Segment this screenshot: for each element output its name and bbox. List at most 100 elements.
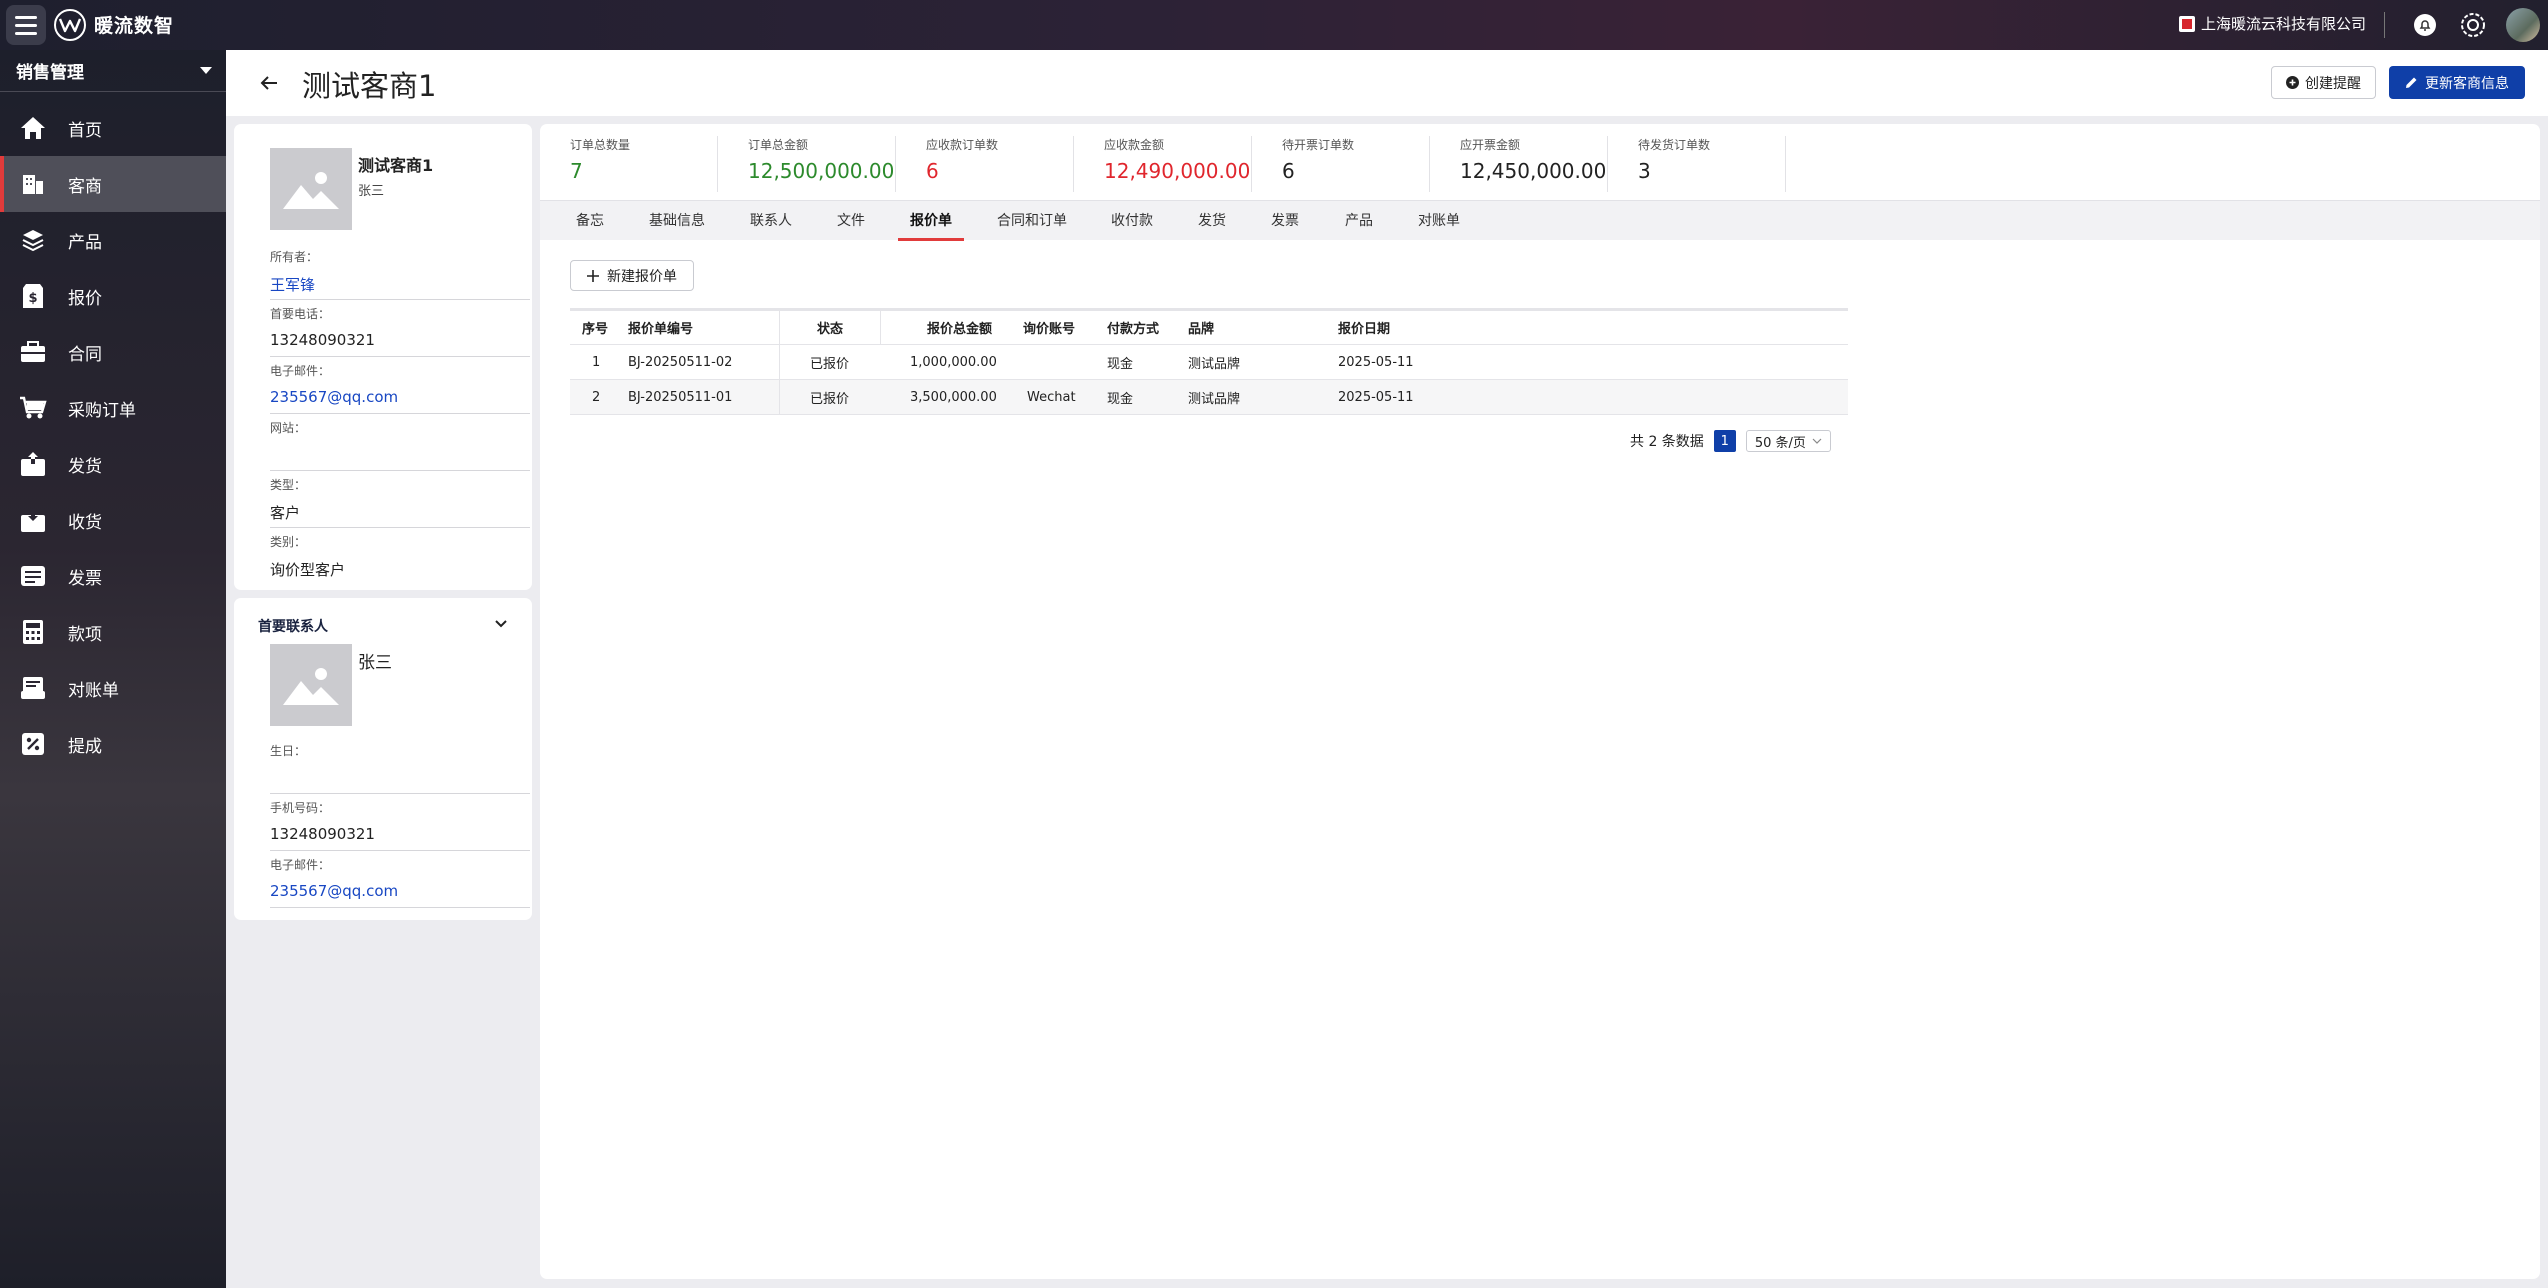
main-panel: 订单总数量 7 订单总金额 12,500,000.00 应收款订单数 6 应收款…: [540, 124, 2540, 1279]
stats-bar: 订单总数量 7 订单总金额 12,500,000.00 应收款订单数 6 应收款…: [540, 124, 2540, 198]
tab-products[interactable]: 产品: [1345, 201, 1373, 241]
pagination: 共 2 条数据 1 50 条/页: [1630, 430, 1831, 452]
create-reminder-button[interactable]: 创建提醒: [2271, 66, 2376, 99]
field-value: 客户: [270, 504, 301, 522]
statement-icon: [18, 673, 48, 703]
table-cell: 测试品牌: [1188, 356, 1241, 372]
contact-name: 张三: [358, 653, 392, 673]
collapse-chevron-icon[interactable]: [494, 614, 508, 633]
sidebar-item-contracts[interactable]: 合同: [0, 324, 226, 380]
owner-link[interactable]: 王军锋: [270, 274, 530, 295]
stat-value: 7: [570, 159, 583, 183]
customer-contact: 张三: [358, 184, 385, 199]
tab-files[interactable]: 文件: [837, 201, 865, 241]
sidebar-item-shipping[interactable]: 发货: [0, 436, 226, 492]
sidebar-item-label: 发票: [68, 568, 102, 589]
sidebar-item-label: 发货: [68, 456, 102, 477]
column-header[interactable]: 询价账号: [1023, 311, 1075, 344]
column-header[interactable]: 报价总金额: [927, 311, 992, 344]
sidebar-item-label: 合同: [68, 344, 102, 365]
home-icon: [18, 113, 48, 143]
sidebar-item-label: 客商: [68, 176, 102, 197]
tab-shipping[interactable]: 发货: [1198, 201, 1226, 241]
tab-basic-info[interactable]: 基础信息: [649, 201, 705, 241]
back-arrow-icon[interactable]: [256, 70, 282, 96]
page-title: 测试客商1: [302, 69, 437, 103]
sidebar-item-statements[interactable]: 对账单: [0, 660, 226, 716]
tab-memo[interactable]: 备忘: [576, 201, 604, 241]
column-header[interactable]: 报价日期: [1338, 311, 1390, 344]
birthday-field: 生日：: [270, 738, 530, 794]
field-label: 生日：: [270, 744, 307, 758]
notification-bell-icon[interactable]: [2412, 12, 2438, 38]
email-link[interactable]: 235567@qq.com: [270, 388, 530, 406]
table-cell[interactable]: BJ-20250511-02: [628, 345, 732, 379]
sidebar-item-payments[interactable]: 款项: [0, 604, 226, 660]
new-quote-label: 新建报价单: [607, 268, 677, 285]
tab-invoices[interactable]: 发票: [1271, 201, 1299, 241]
sidebar-item-products[interactable]: 产品: [0, 212, 226, 268]
column-header[interactable]: 序号: [582, 311, 608, 344]
new-quote-button[interactable]: 新建报价单: [570, 260, 694, 291]
table-cell[interactable]: BJ-20250511-01: [628, 380, 732, 414]
column-divider: [779, 311, 780, 344]
box-out-icon: [18, 449, 48, 479]
sidebar-item-receiving[interactable]: 收货: [0, 492, 226, 548]
table-cell: 测试品牌: [1188, 391, 1241, 407]
mobile-field: 手机号码： 13248090321: [270, 795, 530, 851]
table-row[interactable]: 2 BJ-20250511-01 已报价 3,500,000.00 Wechat…: [570, 380, 1848, 415]
sidebar-item-quotes[interactable]: $ 报价: [0, 268, 226, 324]
sidebar-item-label: 收货: [68, 512, 102, 533]
chevron-down-icon: [200, 66, 212, 74]
sidebar-item-commission[interactable]: 提成: [0, 716, 226, 772]
email-field: 电子邮件： 235567@qq.com: [270, 358, 530, 414]
sidebar-item-invoices[interactable]: 发票: [0, 548, 226, 604]
primary-phone-field: 首要电话： 13248090321: [270, 301, 530, 357]
stat-pending-shipment-orders: 待发货订单数 3: [1608, 136, 1786, 192]
column-header[interactable]: 品牌: [1188, 311, 1214, 344]
tab-payments[interactable]: 收付款: [1111, 201, 1153, 241]
update-customer-button[interactable]: 更新客商信息: [2389, 66, 2525, 99]
table-cell: 3,500,000.00: [910, 389, 997, 405]
primary-contact-title: 首要联系人: [258, 619, 328, 635]
table-cell: 现金: [1107, 356, 1134, 372]
column-header[interactable]: 付款方式: [1107, 311, 1159, 344]
contact-email-link[interactable]: 235567@qq.com: [270, 882, 530, 900]
page-1-button[interactable]: 1: [1713, 430, 1736, 452]
tab-contracts-orders[interactable]: 合同和订单: [997, 201, 1067, 241]
user-avatar[interactable]: [2506, 8, 2540, 42]
pencil-icon: [2406, 77, 2417, 88]
sidebar-item-purchase-orders[interactable]: 采购订单: [0, 380, 226, 436]
module-selector[interactable]: 销售管理: [0, 50, 226, 92]
field-label: 网站：: [270, 421, 307, 435]
field-label: 类别：: [270, 535, 307, 549]
contact-email-field: 电子邮件： 235567@qq.com: [270, 852, 530, 908]
stat-invoice-amount: 应开票金额 12,450,000.00: [1430, 136, 1608, 192]
table-cell: 现金: [1107, 391, 1134, 407]
settings-gear-icon[interactable]: [2460, 12, 2486, 38]
table-row[interactable]: 1 BJ-20250511-02 已报价 1,000,000.00 现金 测试品…: [570, 345, 1848, 380]
create-reminder-label: 创建提醒: [2305, 75, 2361, 92]
stat-label: 订单总金额: [748, 138, 809, 152]
customer-image-placeholder-icon: [270, 148, 352, 230]
stat-value: 3: [1638, 159, 1651, 183]
sidebar: 销售管理 首页 客商 产品 $ 报价 合同 采购订单 发货 收货 发票 款项 对…: [0, 50, 226, 1288]
column-divider: [880, 311, 881, 344]
sidebar-item-home[interactable]: 首页: [0, 100, 226, 156]
tab-quotes[interactable]: 报价单: [898, 201, 964, 241]
company-switcher[interactable]: 上海暖流云科技有限公司: [2178, 13, 2366, 34]
stat-value: 6: [926, 159, 939, 183]
menu-toggle-button[interactable]: [6, 5, 46, 45]
stat-value: 12,500,000.00: [748, 159, 895, 183]
column-header[interactable]: 状态: [817, 311, 843, 344]
tab-statements[interactable]: 对账单: [1418, 201, 1460, 241]
page-size-select[interactable]: 50 条/页: [1745, 430, 1831, 452]
category-field: 类别： 询价型客户: [270, 529, 530, 585]
invoice-icon: [18, 561, 48, 591]
column-header[interactable]: 报价单编号: [628, 311, 693, 344]
stat-value: 12,450,000.00: [1460, 159, 1607, 183]
sidebar-item-customers[interactable]: 客商: [0, 156, 226, 212]
customer-name: 测试客商1: [358, 156, 434, 175]
tab-contacts[interactable]: 联系人: [750, 201, 792, 241]
total-count: 共 2 条数据: [1630, 434, 1704, 450]
